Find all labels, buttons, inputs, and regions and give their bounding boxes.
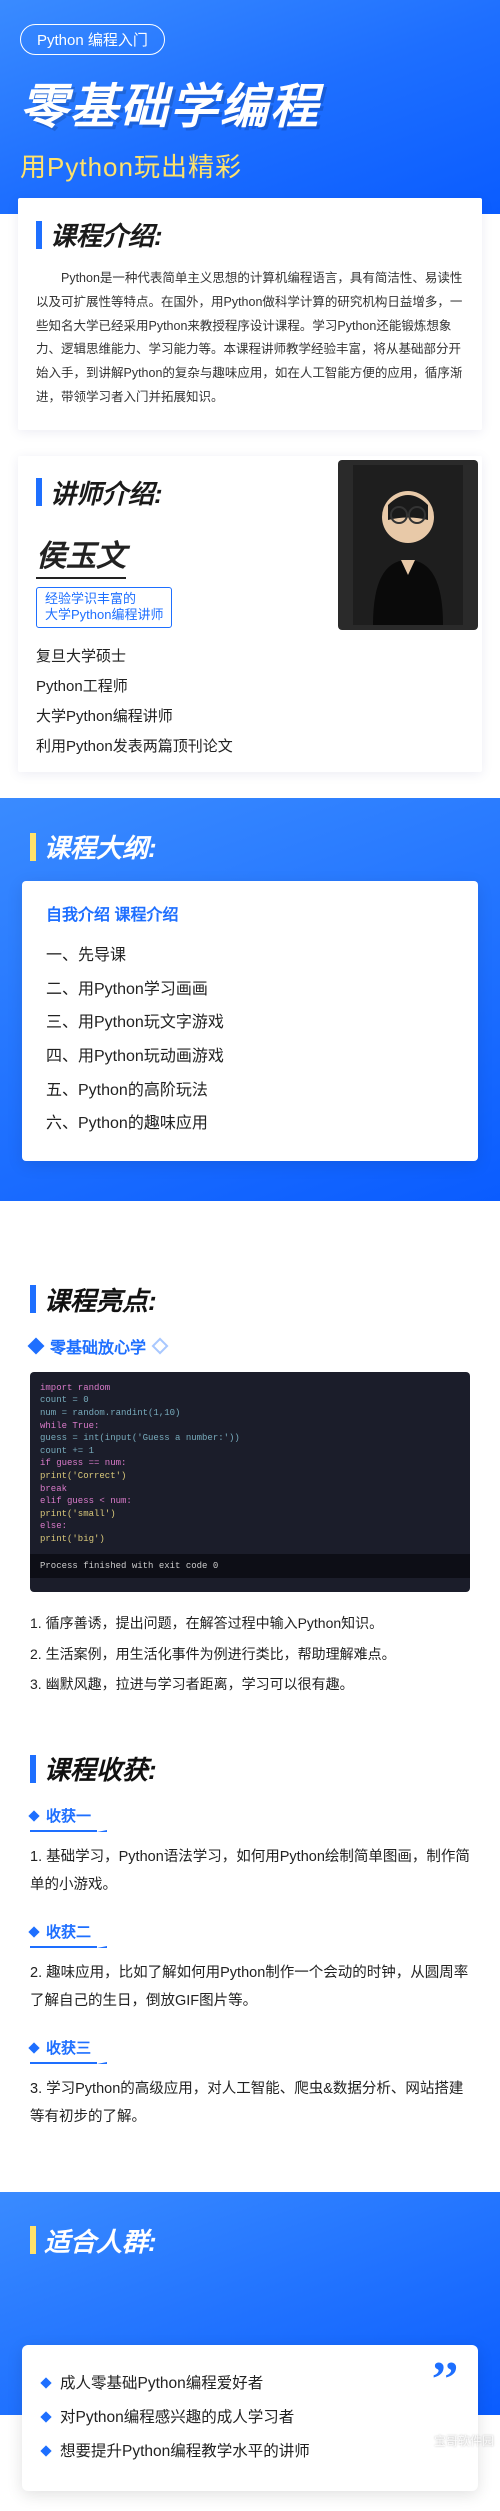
outline-item: 一、先导课: [46, 939, 454, 973]
gain-item: 收获三 3. 学习Python的高级应用，对人工智能、爬虫&数据分析、网站搭建等…: [30, 2035, 470, 2131]
credential-item: 利用Python发表两篇顶刊论文: [36, 732, 464, 762]
gains-section: 课程收获: 收获一 1. 基础学习，Python语法学习，如何用Python绘制…: [0, 1750, 500, 2171]
audience-heading: 适合人群:: [44, 2222, 157, 2259]
highlights-heading: 课程亮点:: [44, 1281, 157, 1318]
audience-item: 想要提升Python编程教学水平的讲师: [42, 2435, 458, 2469]
instructor-photo: [338, 460, 478, 630]
instructor-card: 讲师介绍: 侯玉文 经验学识丰富的 大学Python编程讲师 复旦大学硕士 Py…: [18, 456, 482, 773]
highlight-point: 2. 生活案例，用生活化事件为例进行类比，帮助理解难点。: [30, 1639, 470, 1670]
diamond-icon: [28, 1337, 45, 1354]
credential-item: 复旦大学硕士: [36, 642, 464, 672]
outline-item: 二、用Python学习画画: [46, 973, 454, 1007]
section-heading: 课程亮点:: [30, 1281, 470, 1318]
outline-heading: 课程大纲:: [44, 828, 157, 865]
diamond-icon: [152, 1337, 169, 1354]
instructor-heading: 讲师介绍:: [50, 474, 163, 511]
audience-item: 对Python编程感兴趣的成人学习者: [42, 2401, 458, 2435]
watermark: 宝哥软件园: [434, 2432, 494, 2449]
section-heading: 课程收获:: [30, 1750, 470, 1787]
instructor-tag: 经验学识丰富的 大学Python编程讲师: [36, 587, 172, 629]
hero-banner: Python 编程入门 零基础学编程 用Python玩出精彩: [0, 0, 500, 214]
gain-label: 收获二: [30, 1919, 97, 1948]
hero-badge: Python 编程入门: [20, 24, 165, 55]
gain-item: 收获一 1. 基础学习，Python语法学习，如何用Python绘制简单图画，制…: [30, 1803, 470, 1899]
audience-item: 成人零基础Python编程爱好者: [42, 2367, 458, 2401]
course-intro-card: 课程介绍: Python是一种代表简单主义思想的计算机编程语言，具有简洁性、易读…: [18, 198, 482, 430]
gains-heading: 课程收获:: [44, 1750, 157, 1787]
outline-item: 四、用Python玩动画游戏: [46, 1040, 454, 1074]
highlight-point: 1. 循序善诱，提出问题，在解答过程中输入Python知识。: [30, 1608, 470, 1639]
outline-card: 自我介绍 课程介绍 一、先导课 二、用Python学习画画 三、用Python玩…: [22, 881, 478, 1161]
hero-subtitle: 用Python玩出精彩: [20, 147, 480, 184]
outline-item: 六、Python的趣味应用: [46, 1107, 454, 1141]
code-screenshot: import random count = 0 num = random.ran…: [30, 1372, 470, 1592]
section-heading: 课程介绍:: [36, 216, 464, 253]
gain-text: 3. 学习Python的高级应用，对人工智能、爬虫&数据分析、网站搭建等有初步的…: [30, 2076, 470, 2131]
gain-text: 1. 基础学习，Python语法学习，如何用Python绘制简单图画，制作简单的…: [30, 1844, 470, 1899]
highlight-tag: 零基础放心学: [30, 1334, 470, 1358]
audience-card: ,, 成人零基础Python编程爱好者 对Python编程感兴趣的成人学习者 想…: [22, 2345, 478, 2491]
outline-item: 五、Python的高阶玩法: [46, 1074, 454, 1108]
credential-list: 复旦大学硕士 Python工程师 大学Python编程讲师 利用Python发表…: [36, 642, 464, 762]
audience-list: 成人零基础Python编程爱好者 对Python编程感兴趣的成人学习者 想要提升…: [42, 2367, 458, 2469]
intro-heading: 课程介绍:: [50, 216, 163, 253]
section-heading: 适合人群:: [30, 2222, 470, 2259]
person-icon: [353, 465, 463, 625]
outline-section: 课程大纲: 自我介绍 课程介绍 一、先导课 二、用Python学习画画 三、用P…: [0, 798, 500, 1201]
instructor-name: 侯玉文: [36, 531, 126, 579]
gain-text: 2. 趣味应用，比如了解如何用Python制作一个会动的时钟，从圆周率了解自己的…: [30, 1960, 470, 2015]
hero-title: 零基础学编程: [20, 67, 480, 137]
highlight-points: 1. 循序善诱，提出问题，在解答过程中输入Python知识。 2. 生活案例，用…: [30, 1608, 470, 1700]
outline-list: 一、先导课 二、用Python学习画画 三、用Python玩文字游戏 四、用Py…: [46, 939, 454, 1141]
intro-body: Python是一种代表简单主义思想的计算机编程语言，具有简洁性、易读性以及可扩展…: [36, 267, 464, 410]
highlight-point: 3. 幽默风趣，拉进与学习者距离，学习可以很有趣。: [30, 1669, 470, 1700]
gain-label: 收获一: [30, 1803, 97, 1832]
section-heading: 课程大纲:: [30, 828, 470, 865]
gain-item: 收获二 2. 趣味应用，比如了解如何用Python制作一个会动的时钟，从圆周率了…: [30, 1919, 470, 2015]
quote-icon: ,,: [433, 2341, 458, 2366]
gain-label: 收获三: [30, 2035, 97, 2064]
highlight-tag-text: 零基础放心学: [50, 1334, 146, 1358]
outline-item: 三、用Python玩文字游戏: [46, 1006, 454, 1040]
highlights-section: 课程亮点: 零基础放心学 import random count = 0 num…: [0, 1281, 500, 1720]
outline-sub: 自我介绍 课程介绍: [46, 901, 454, 925]
credential-item: 大学Python编程讲师: [36, 702, 464, 732]
credential-item: Python工程师: [36, 672, 464, 702]
